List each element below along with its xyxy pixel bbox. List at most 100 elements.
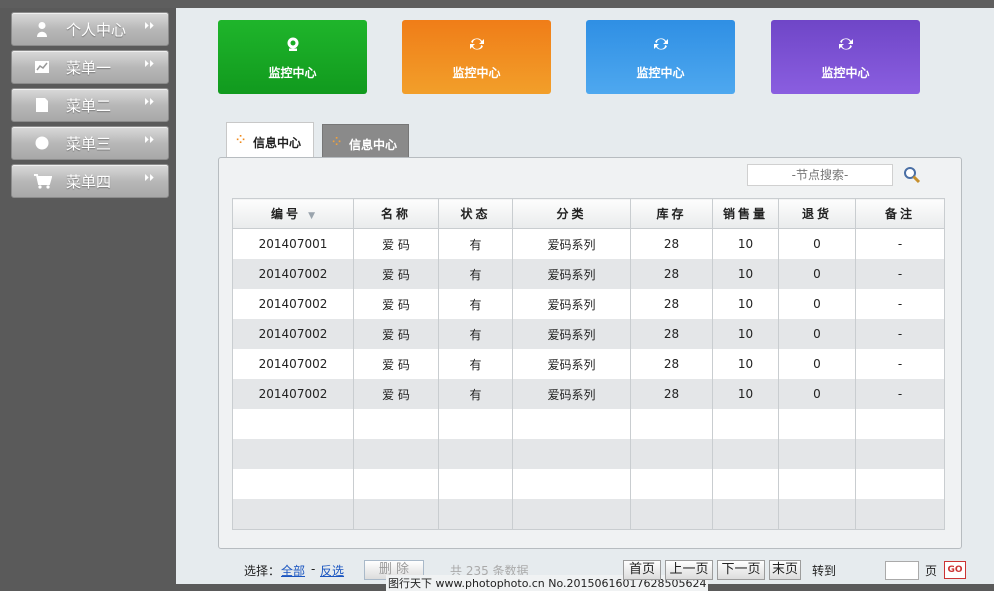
chart-icon <box>34 59 50 75</box>
column-header-sales[interactable]: 销售量 <box>712 198 779 229</box>
refresh-icon <box>586 36 735 55</box>
empty-table-row <box>232 439 945 469</box>
prev-page-button[interactable]: 上一页 <box>665 560 713 580</box>
cell-returns: 0 <box>778 379 856 409</box>
chevron-right-icon: ⏵⏵ <box>144 59 154 70</box>
last-page-button[interactable]: 末页 <box>769 560 801 580</box>
column-header-status[interactable]: 状态 <box>438 198 513 229</box>
cell-sales: 10 <box>712 259 779 289</box>
cell-category: 爱码系列 <box>512 259 631 289</box>
cell-category: 爱码系列 <box>512 319 631 349</box>
cart-icon <box>34 173 53 189</box>
cell-stock: 28 <box>630 349 713 379</box>
tab-label: 信息中心 <box>349 138 398 152</box>
cell-name: 爱 码 <box>353 379 439 409</box>
cell-status: 有 <box>438 349 513 379</box>
cell-remarks: - <box>855 289 945 319</box>
cell-sales: 10 <box>712 289 779 319</box>
table-row[interactable]: 201407002 爱 码 有 爱码系列 28 10 0 - <box>232 379 945 409</box>
column-header-category[interactable]: 分类 <box>512 198 631 229</box>
tab-info-center-active[interactable]: ⁘ 信息中心 <box>226 122 314 159</box>
cell-name: 爱 码 <box>353 259 439 289</box>
go-button[interactable]: GO <box>944 561 966 579</box>
table-row[interactable]: 201407002 爱 码 有 爱码系列 28 10 0 - <box>232 319 945 349</box>
select-all-link[interactable]: 全部 <box>281 562 305 579</box>
sidebar-item-personal-center[interactable]: 个人中心 ⏵⏵ <box>11 12 169 46</box>
sidebar-item-menu-2[interactable]: 菜单二 ⏵⏵ <box>11 88 169 122</box>
monitor-center-tile-3[interactable]: 监控中心 <box>586 20 735 94</box>
first-page-button[interactable]: 首页 <box>623 560 661 580</box>
next-page-button[interactable]: 下一页 <box>717 560 765 580</box>
refresh-icon <box>402 36 551 55</box>
cell-remarks: - <box>855 259 945 289</box>
column-header-returns[interactable]: 退货 <box>778 198 856 229</box>
cell-remarks: - <box>855 349 945 379</box>
table-header-row: 编号 ▼ 名称 状态 分类 库存 销售量 退货 备注 <box>232 198 945 229</box>
cell-id: 201407001 <box>232 228 354 259</box>
table-row[interactable]: 201407002 爱 码 有 爱码系列 28 10 0 - <box>232 259 945 289</box>
column-header-name[interactable]: 名称 <box>353 198 439 229</box>
select-label: 选择： <box>244 564 281 578</box>
cell-id: 201407002 <box>232 259 354 289</box>
search-icon[interactable] <box>903 166 921 184</box>
cell-sales: 10 <box>712 319 779 349</box>
cell-returns: 0 <box>778 319 856 349</box>
chevron-right-icon: ⏵⏵ <box>144 21 154 32</box>
column-header-stock[interactable]: 库存 <box>630 198 713 229</box>
page-unit-label: 页 <box>925 564 938 578</box>
cell-sales: 10 <box>712 349 779 379</box>
sidebar-item-label: 个人中心 <box>66 21 127 39</box>
monitor-center-tile-2[interactable]: 监控中心 <box>402 20 551 94</box>
sidebar-item-menu-3[interactable]: 菜单三 ⏵⏵ <box>11 126 169 160</box>
cell-returns: 0 <box>778 289 856 319</box>
chevron-right-icon: ⏵⏵ <box>144 173 154 184</box>
cell-name: 爱 码 <box>353 228 439 259</box>
sidebar-item-menu-4[interactable]: 菜单四 ⏵⏵ <box>11 164 169 198</box>
table-row[interactable]: 201407001 爱 码 有 爱码系列 28 10 0 - <box>232 228 945 259</box>
info-panel: 编号 ▼ 名称 状态 分类 库存 销售量 退货 备注 201407001 爱 码… <box>218 157 962 549</box>
column-header-id[interactable]: 编号 ▼ <box>232 198 354 229</box>
invert-selection-link[interactable]: 反选 <box>320 562 344 579</box>
cell-remarks: - <box>855 379 945 409</box>
tab-bullet-icon: ⁘ <box>332 135 342 148</box>
cell-returns: 0 <box>778 259 856 289</box>
table-row[interactable]: 201407002 爱 码 有 爱码系列 28 10 0 - <box>232 349 945 379</box>
sidebar-item-menu-1[interactable]: 菜单一 ⏵⏵ <box>11 50 169 84</box>
table-row[interactable]: 201407002 爱 码 有 爱码系列 28 10 0 - <box>232 289 945 319</box>
cell-id: 201407002 <box>232 349 354 379</box>
refresh-icon <box>771 36 920 55</box>
cell-id: 201407002 <box>232 379 354 409</box>
chevron-right-icon: ⏵⏵ <box>144 97 154 108</box>
cell-remarks: - <box>855 228 945 259</box>
circle-icon <box>34 135 50 151</box>
cell-status: 有 <box>438 379 513 409</box>
monitor-center-tile-1[interactable]: 监控中心 <box>218 20 367 94</box>
sort-down-icon[interactable]: ▼ <box>308 211 315 221</box>
cell-returns: 0 <box>778 228 856 259</box>
cell-category: 爱码系列 <box>512 289 631 319</box>
goto-label: 转到 <box>812 564 837 578</box>
sidebar-item-label: 菜单二 <box>66 97 112 115</box>
cell-stock: 28 <box>630 319 713 349</box>
tab-bullet-icon: ⁘ <box>236 133 246 146</box>
tab-info-center[interactable]: ⁘ 信息中心 <box>322 124 409 158</box>
monitor-center-tile-4[interactable]: 监控中心 <box>771 20 920 94</box>
node-search-input[interactable] <box>747 164 893 186</box>
cell-stock: 28 <box>630 379 713 409</box>
goto-page-input[interactable] <box>885 561 919 580</box>
sidebar: 个人中心 ⏵⏵ 菜单一 ⏵⏵ 菜单二 ⏵⏵ 菜单三 ⏵⏵ 菜单四 ⏵⏵ <box>0 8 176 584</box>
empty-table-row <box>232 499 945 530</box>
monitor-icon <box>218 36 367 55</box>
tile-label: 监控中心 <box>452 66 501 80</box>
data-table: 编号 ▼ 名称 状态 分类 库存 销售量 退货 备注 201407001 爱 码… <box>232 198 945 530</box>
empty-table-row <box>232 469 945 499</box>
cell-category: 爱码系列 <box>512 349 631 379</box>
cell-sales: 10 <box>712 228 779 259</box>
main-content: 监控中心 监控中心 监控中心 监控中心 ⁘ 信息中心 ⁘ 信息中心 -节点搜索-… <box>176 8 994 591</box>
column-header-remarks[interactable]: 备注 <box>855 198 945 229</box>
cell-status: 有 <box>438 289 513 319</box>
cell-stock: 28 <box>630 228 713 259</box>
tile-label: 监控中心 <box>821 66 870 80</box>
cell-sales: 10 <box>712 379 779 409</box>
sidebar-item-label: 菜单三 <box>66 135 112 153</box>
